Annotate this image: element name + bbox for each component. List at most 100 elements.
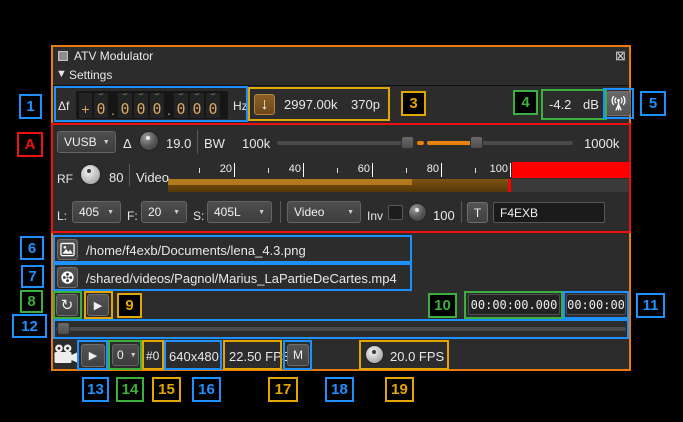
separator	[280, 201, 281, 223]
fm-deviation-label: Δ	[123, 136, 132, 151]
window-icon	[58, 51, 68, 61]
m-button-label: M	[293, 348, 303, 362]
fps-select[interactable]: 20 ▼	[141, 201, 187, 223]
meter-tick-label: 100	[490, 163, 508, 175]
video-play-button[interactable]: ▶	[87, 294, 109, 316]
rf-power-knob[interactable]	[80, 164, 101, 185]
annotation-label-10: 10	[428, 293, 457, 318]
camera-select[interactable]: 0 ▼	[112, 344, 139, 366]
chevron-down-icon: ▼	[97, 139, 110, 146]
frequency-dial[interactable]: + 0 . 0 0 0 . 0 0 0	[76, 91, 228, 119]
annotation-label-12: 12	[12, 314, 47, 338]
freq-dot: .	[110, 93, 116, 118]
input-source-select[interactable]: Video ▼	[287, 201, 361, 223]
annotation-label-9: 9	[117, 293, 142, 318]
manual-fps-knob[interactable]	[365, 345, 384, 364]
standard-select[interactable]: 405L ▼	[207, 201, 272, 223]
video-meter-label: Video	[136, 170, 169, 185]
chevron-down-icon: ▼	[252, 209, 265, 216]
freq-digit[interactable]: 0	[174, 93, 188, 118]
play-icon: ▶	[89, 349, 97, 362]
delta-f-label: Δf	[58, 99, 69, 113]
channel-sample-rate: 2997.00k	[284, 97, 338, 112]
rf-power-label: RF	[57, 172, 73, 186]
meter-minor-tick	[406, 168, 407, 173]
collapse-icon[interactable]: ▼	[56, 68, 67, 80]
force-decimation-button[interactable]: ↓	[254, 94, 275, 115]
freq-digit[interactable]: 0	[118, 93, 132, 118]
annotation-label-A: A	[17, 132, 43, 157]
down-arrow-icon: ↓	[261, 96, 269, 114]
rf-bandwidth-slider[interactable]	[277, 141, 413, 145]
input-source-value: Video	[294, 205, 324, 219]
annotation-label-4: 4	[513, 90, 538, 115]
video-seek-slider[interactable]	[56, 327, 626, 331]
manual-fps-toggle-button[interactable]: M	[287, 344, 309, 366]
fm-deviation-knob[interactable]	[139, 131, 159, 151]
meter-tick-label: 60	[358, 163, 370, 175]
invert-checkbox[interactable]	[388, 205, 403, 220]
camera-play-button[interactable]: ▶	[81, 344, 105, 367]
fm-deviation-value: 19.0	[166, 136, 191, 151]
freq-digit[interactable]: 0	[134, 93, 148, 118]
close-icon[interactable]: ⊠	[615, 48, 626, 64]
divider	[53, 338, 629, 339]
freq-digit[interactable]: 0	[206, 93, 220, 118]
video-elapsed-time: 00:00:00.000	[468, 294, 560, 315]
manual-fps-value: 20.0 FPS	[390, 349, 444, 364]
annotation-label-11: 11	[636, 293, 665, 318]
channel-power-value: -4.2	[549, 97, 571, 112]
freq-digit[interactable]: 0	[94, 93, 108, 118]
bw-max-value: 1000k	[584, 136, 619, 151]
fps-value: 20	[148, 205, 161, 219]
meter-overload-zone	[512, 162, 629, 178]
uniform-level-value: 100	[433, 208, 455, 223]
modulation-value: VUSB	[64, 135, 97, 149]
settings-bar	[53, 66, 629, 86]
meter-minor-tick	[475, 168, 476, 173]
meter-major-tick	[441, 163, 442, 177]
opposite-bandwidth-fill	[427, 141, 472, 145]
camera-icon	[53, 344, 78, 365]
camera-resolution: 640x480	[169, 349, 219, 364]
screenshot-root: ATV Modulator ⊠ ▼ Settings Δf + 0 . 0 0 …	[0, 0, 683, 422]
overlay-text-value: F4EXB	[500, 206, 538, 220]
modulation-select[interactable]: VUSB ▼	[57, 131, 116, 153]
antenna-icon	[609, 94, 628, 113]
meter-major-tick	[372, 163, 373, 177]
freq-digit[interactable]: 0	[190, 93, 204, 118]
annotation-label-14: 14	[116, 377, 144, 402]
overlay-text-input[interactable]: F4EXB	[493, 202, 605, 223]
freq-sign[interactable]: +	[79, 93, 92, 118]
tx-mute-button[interactable]	[606, 91, 631, 116]
uniform-level-knob[interactable]	[408, 203, 427, 222]
separator	[129, 164, 130, 186]
annotation-label-17: 17	[268, 377, 298, 402]
video-seek-handle[interactable]	[57, 322, 70, 335]
meter-tick-label: 80	[427, 163, 439, 175]
freq-dot: .	[166, 93, 172, 118]
play-icon: ▶	[94, 299, 102, 312]
meter-bar-level	[168, 179, 412, 185]
rf-bandwidth-handle[interactable]	[401, 136, 414, 149]
freq-digit[interactable]: 0	[150, 93, 164, 118]
annotation-label-15: 15	[152, 377, 181, 402]
annotation-label-3: 3	[401, 91, 426, 116]
meter-minor-tick	[268, 168, 269, 173]
bw-label: BW	[204, 136, 225, 151]
video-file-path: /shared/videos/Pagnol/Marius_LaPartieDeC…	[86, 271, 397, 286]
video-duration-time: 00:00:00	[566, 294, 626, 315]
camera-device-number: #0	[146, 349, 159, 363]
overlay-text-toggle-button[interactable]: T	[467, 202, 488, 223]
opposite-bandwidth-handle[interactable]	[470, 136, 483, 149]
open-image-button[interactable]	[57, 239, 78, 260]
open-video-button[interactable]	[57, 267, 78, 288]
standard-value: 405L	[214, 205, 241, 219]
settings-label: Settings	[69, 68, 112, 82]
hz-unit-label: Hz	[233, 99, 248, 113]
lines-select[interactable]: 405 ▼	[72, 201, 121, 223]
video-loop-button[interactable]: ↻	[56, 294, 78, 316]
annotation-label-7: 7	[21, 265, 44, 288]
bw-min-value: 100k	[242, 136, 270, 151]
chevron-down-icon: ▼	[124, 352, 137, 359]
